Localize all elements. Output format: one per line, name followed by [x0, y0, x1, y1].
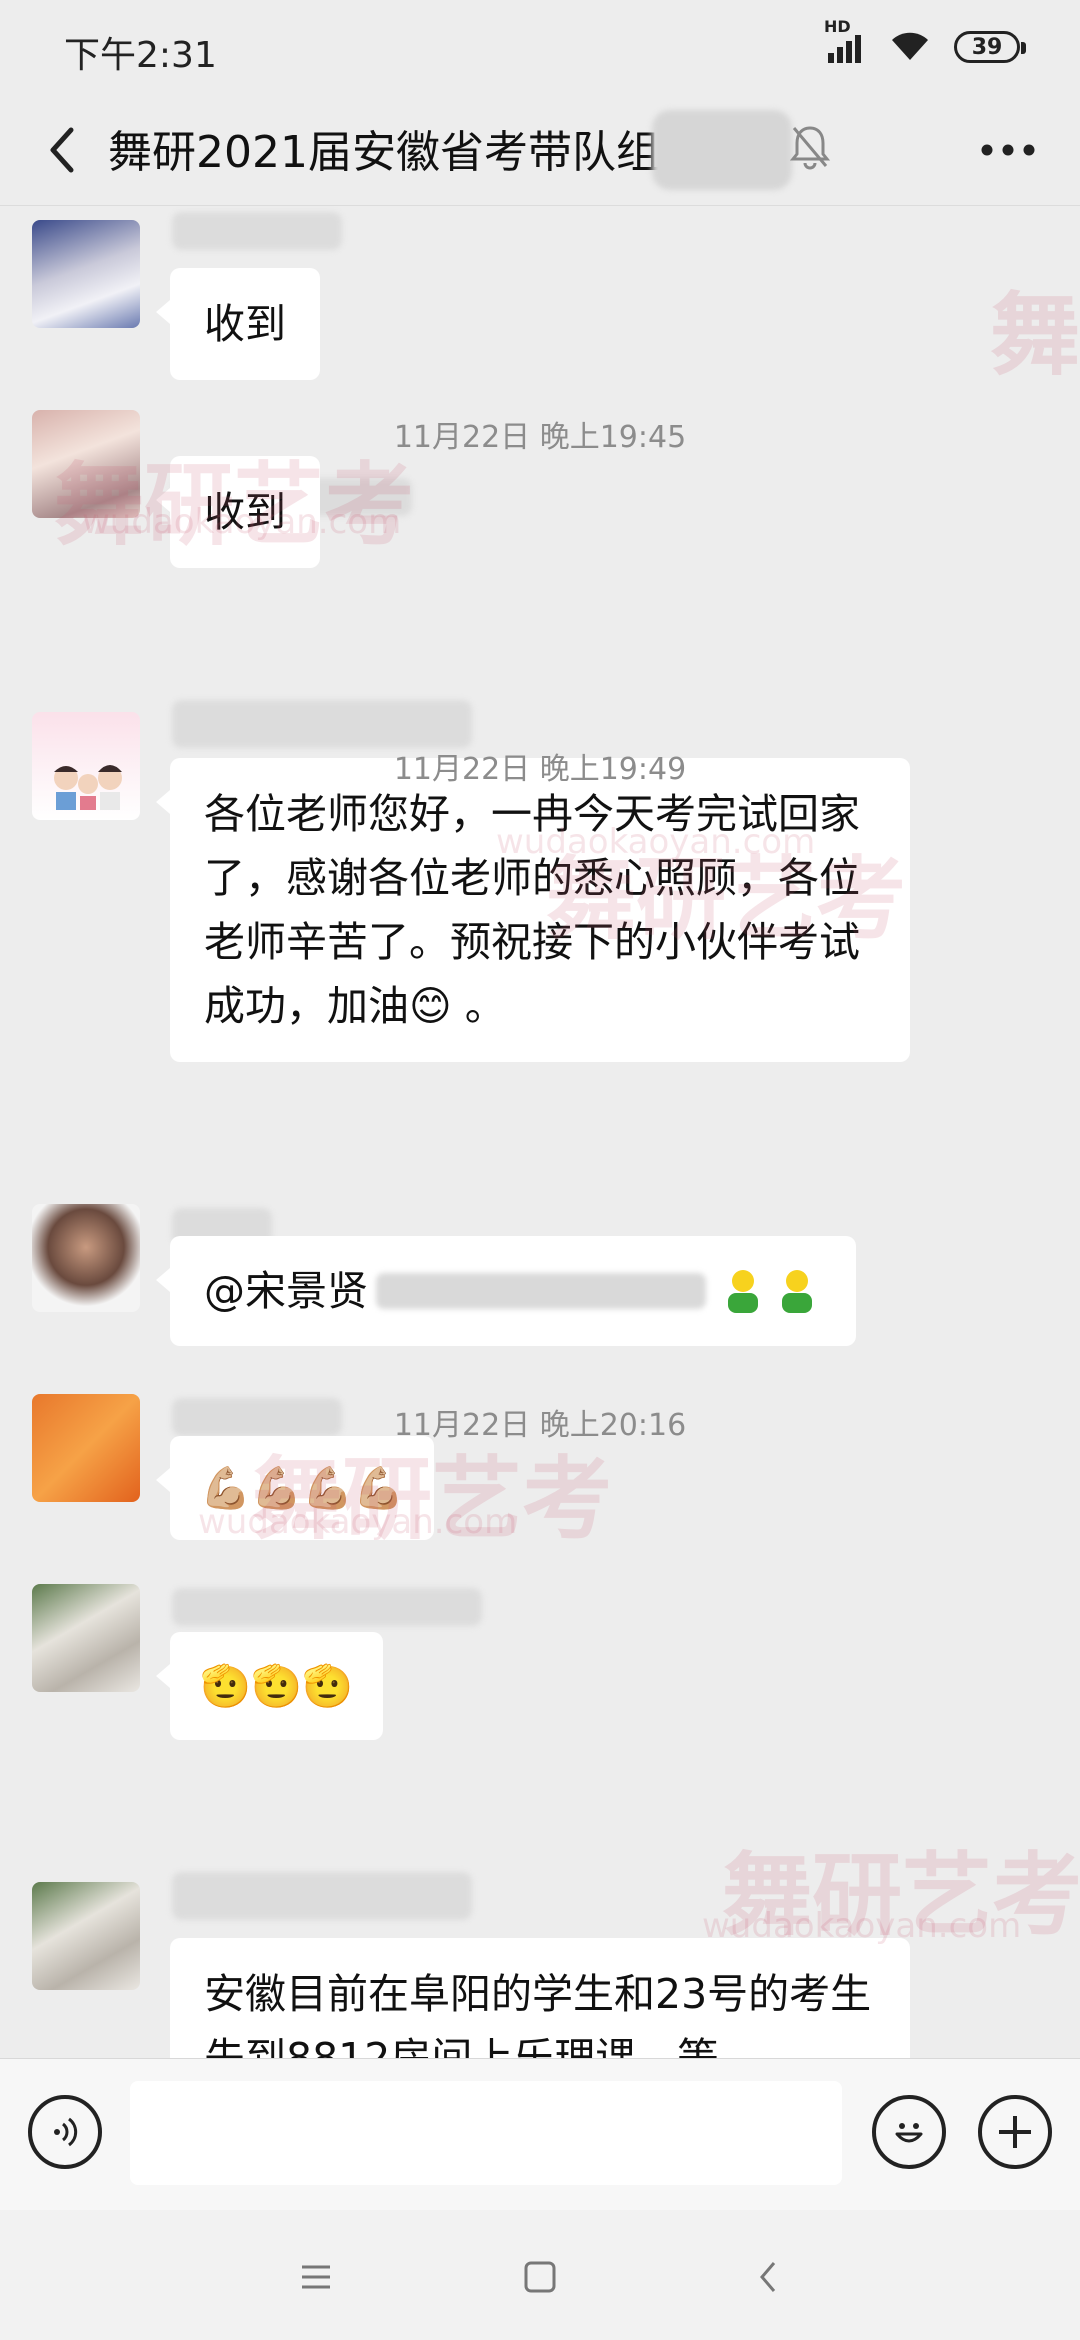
mention-redaction: [376, 1273, 706, 1309]
system-back-button[interactable]: [738, 2250, 798, 2304]
signal-icon: HD: [824, 17, 866, 63]
green-figure-emoji-icon: [722, 1267, 818, 1315]
message-bubble[interactable]: 💪🏼💪🏼💪🏼💪🏼: [155, 1436, 435, 1540]
home-square-icon: [524, 2261, 556, 2293]
title-redaction: [652, 110, 792, 190]
chat-title: 舞研2021届安徽省考带队组: [108, 127, 660, 178]
voice-input-button[interactable]: [28, 2095, 102, 2169]
avatar[interactable]: [32, 1204, 140, 1312]
message-text: 收到: [204, 300, 286, 348]
emoji-button[interactable]: [872, 2095, 946, 2169]
sender-name-redacted: [172, 1588, 482, 1626]
home-button[interactable]: [510, 2250, 570, 2304]
saluting-face-emoji: 🫡🫡🫡: [200, 1662, 354, 1710]
message-bubble[interactable]: 🫡🫡🫡: [155, 1632, 384, 1740]
sender-name-redacted: [172, 700, 472, 748]
message-input[interactable]: [130, 2081, 842, 2185]
timestamp: 11月22日 晚上19:45: [393, 420, 687, 455]
sender-name-redacted: [172, 1872, 472, 1920]
smiley-icon: [895, 2123, 923, 2143]
network-type-label: HD: [824, 17, 851, 36]
message-bubble[interactable]: 收到: [156, 268, 320, 380]
menu-button[interactable]: [286, 2250, 346, 2304]
avatar[interactable]: [32, 220, 140, 328]
battery-icon: 39: [954, 31, 1026, 63]
message-bubble[interactable]: @宋景贤: [156, 1236, 856, 1346]
message-text: 各位老师您好，一冉今天考完试回家了，感谢各位老师的悉心照顾，各位老师辛苦了。预祝…: [204, 790, 860, 1030]
status-bar: 下午2:31 HD 39: [0, 0, 1080, 96]
battery-level: 39: [971, 34, 1003, 60]
message-text: 收到: [204, 488, 286, 536]
system-navigation-bar: [0, 2210, 1080, 2340]
back-chevron-icon: [760, 2262, 776, 2292]
chevron-left-icon: [50, 127, 74, 173]
avatar[interactable]: [32, 1882, 140, 1990]
back-button[interactable]: [32, 120, 92, 180]
watermark-brand: 舞研艺考: [990, 283, 1080, 388]
flexed-biceps-emoji: 💪🏼💪🏼💪🏼💪🏼: [200, 1464, 405, 1512]
message-text: 安徽目前在阜阳的学生和23号的考生先到8812房间上乐理课，等: [204, 1970, 872, 2058]
sender-name-redacted: [172, 212, 342, 250]
plus-icon: [999, 2116, 1031, 2148]
message-input-bar: [0, 2058, 1080, 2210]
voice-wave-icon: [54, 2117, 78, 2147]
watermark-brand: 舞研艺考: [722, 1843, 1080, 1948]
status-time: 下午2:31: [64, 35, 217, 76]
avatar[interactable]: [32, 1584, 140, 1692]
more-options-button[interactable]: [968, 120, 1048, 180]
chat-message-list[interactable]: 收到 收到 11月22日 晚上19:45 各位老师您好，一冉今天考完试回家了，感…: [0, 206, 1080, 2058]
chat-header: 舞研2021届安徽省考带队组: [0, 96, 1080, 206]
status-icons: HD 39: [824, 17, 1026, 66]
message-bubble[interactable]: 各位老师您好，一冉今天考完试回家了，感谢各位老师的悉心照顾，各位老师辛苦了。预祝…: [156, 758, 910, 1062]
menu-lines-icon: [302, 2265, 330, 2289]
timestamp: 11月22日 晚上19:49: [393, 752, 687, 787]
mute-bell-icon: [788, 122, 832, 174]
mention-text: @宋景贤: [204, 1267, 368, 1315]
wifi-icon: [888, 28, 932, 66]
timestamp: 11月22日 晚上20:16: [393, 1408, 687, 1443]
more-functions-button[interactable]: [978, 2095, 1052, 2169]
message-bubble[interactable]: 收到: [156, 456, 320, 568]
message-bubble[interactable]: 安徽目前在阜阳的学生和23号的考生先到8812房间上乐理课，等: [170, 1938, 910, 2058]
more-dots-icon: [981, 144, 1035, 156]
